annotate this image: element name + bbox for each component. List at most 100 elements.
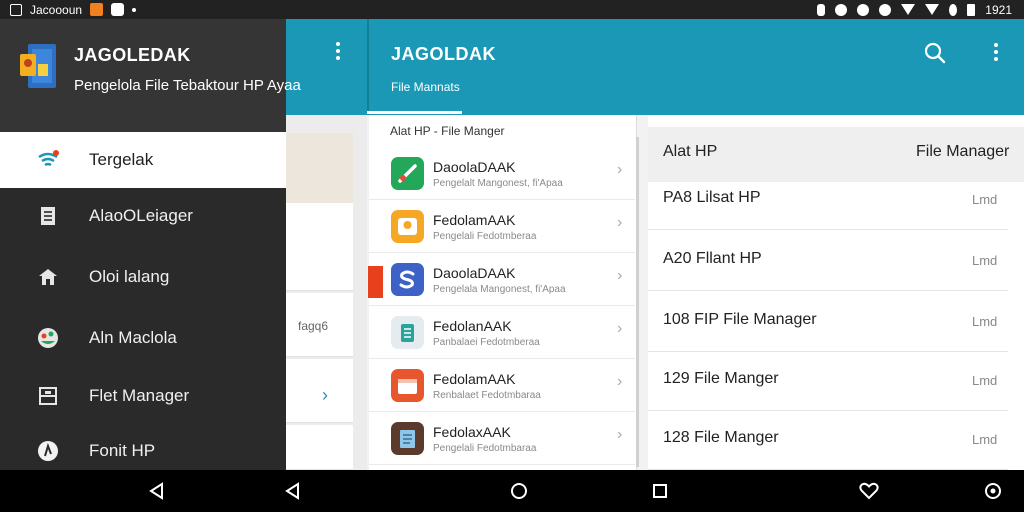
- system-nav-bar: [0, 470, 1024, 512]
- assistant-button[interactable]: [982, 480, 1004, 502]
- details-row[interactable]: A20 Fllant HP Lmd: [648, 231, 1008, 291]
- drawer-item-flet-manager[interactable]: Flet Manager: [0, 368, 286, 424]
- recents-button[interactable]: [649, 480, 671, 502]
- back-triangle-icon: [149, 482, 163, 500]
- alarm-icon: [835, 3, 848, 16]
- chevron-right-icon: ›: [617, 426, 623, 443]
- brown-file-icon: [391, 422, 424, 455]
- list-item[interactable]: FedolamAAK Renbalaet Fedotmbaraa ›: [369, 359, 635, 412]
- teal-chart-icon: [391, 316, 424, 349]
- wifi-signal-icon: [37, 149, 59, 171]
- battery-icon: [967, 3, 976, 16]
- drawer-item-label: AlaoOLeiager: [89, 206, 193, 225]
- left-pane-card[interactable]: [286, 425, 353, 470]
- data-icon: [949, 3, 958, 16]
- back-button-secondary[interactable]: [282, 480, 304, 502]
- list-item[interactable]: FedolamAAK Pengelali Fedotmberaa ›: [369, 200, 635, 253]
- list-item[interactable]: FedolanAAK Panbalaei Fedotmberaa ›: [369, 306, 635, 359]
- recents-square-icon: [653, 484, 667, 498]
- assistant-icon: [985, 483, 1001, 499]
- drawer-header: JAGOLEDAK Pengelola File Tebaktour HP Ay…: [0, 19, 301, 132]
- search-button[interactable]: [922, 40, 948, 66]
- chevron-right-icon: ›: [617, 267, 623, 284]
- drawer-item-aln-maclola[interactable]: Aln Maclola: [0, 310, 286, 366]
- document-icon: [37, 205, 59, 227]
- chevron-right-icon: ›: [617, 161, 623, 178]
- tab-file-manager[interactable]: File Mannats: [391, 80, 460, 94]
- list-scrollbar[interactable]: [636, 137, 639, 467]
- home-button[interactable]: [508, 480, 530, 502]
- chevron-right-icon: ›: [617, 373, 623, 390]
- drawer-item-label: Tergelak: [89, 150, 154, 169]
- list-item[interactable]: DaoolaDAAK Pengelala Mangonest, fi'Apaa …: [369, 253, 635, 306]
- cell-signal-icon: [925, 4, 940, 15]
- list-item-title: FedolamAAK: [433, 371, 516, 387]
- app-title: JAGOLDAK: [391, 44, 497, 64]
- list-item-title: DaoolaDAAK: [433, 159, 516, 175]
- bluetooth-icon: [817, 3, 826, 16]
- navigation-drawer: JAGOLEDAK Pengelola File Tebaktour HP Ay…: [0, 19, 301, 470]
- wifi-icon: [901, 4, 916, 15]
- list-item[interactable]: FedolaxAAK Pengelali Fedotmbaraa ›: [369, 412, 635, 465]
- left-content-pane: fagq6 ›: [286, 115, 367, 470]
- details-row[interactable]: PA8 Lilsat HP Lmd: [648, 170, 1008, 230]
- overflow-menu-button-right[interactable]: [992, 43, 1000, 65]
- drawer-item-oloi-lalang[interactable]: Oloi lalang: [0, 249, 286, 305]
- drawer-title: JAGOLEDAK: [74, 45, 191, 65]
- drawer-item-label: Fonit HP: [89, 441, 156, 460]
- list-item-title: FedolanAAK: [433, 318, 512, 334]
- details-header-right: File Manager: [916, 143, 1010, 160]
- photo-notification-icon: [10, 3, 22, 16]
- list-item[interactable]: DaoolaDAAK Pengelalt Mangonest, fi'Apaa …: [369, 147, 635, 200]
- list-item-subtitle: Pengelali Fedotmbaraa: [433, 443, 537, 454]
- drawer-item-tergelak[interactable]: Tergelak: [0, 132, 286, 188]
- overflow-menu-button[interactable]: [334, 42, 342, 64]
- details-row-value: Lmd: [972, 432, 998, 447]
- left-pane-card[interactable]: [286, 203, 353, 291]
- home-icon: [37, 266, 59, 288]
- drawer-item-label: Aln Maclola: [89, 328, 177, 347]
- left-pane-card[interactable]: [286, 359, 353, 423]
- app-screen: Jacoooun 1921 JAGOLDAK File Mannats fagq…: [0, 0, 1024, 512]
- list-item-subtitle: Panbalaei Fedotmberaa: [433, 337, 540, 348]
- details-pane: Alat HP File Manager PA8 Lilsat HP Lmd A…: [648, 115, 1024, 470]
- orange-card-icon: [391, 369, 424, 402]
- pane-divider: [367, 19, 369, 115]
- status-bar: Jacoooun 1921: [0, 0, 1024, 19]
- yellow-image-icon: [391, 210, 424, 243]
- details-row[interactable]: 108 FIP File Manager Lmd: [648, 292, 1008, 352]
- palette-icon: [37, 327, 59, 349]
- details-header-left: Alat HP: [663, 143, 718, 160]
- app-logo: [18, 40, 62, 91]
- heart-icon: [859, 482, 879, 500]
- more-notifications-icon: [132, 7, 137, 12]
- details-row[interactable]: 128 File Manger Lmd: [648, 410, 1008, 470]
- drawer-subtitle: Pengelola File Tebaktour HP Ayaa: [74, 77, 301, 94]
- list-header: Alat HP - File Manger: [390, 124, 505, 138]
- drawer-item-alaooleiager[interactable]: AlaoOLeiager: [0, 188, 286, 244]
- details-row-name: 128 File Manger: [663, 429, 779, 446]
- chevron-right-icon[interactable]: ›: [322, 385, 328, 406]
- list-item-subtitle: Pengelala Mangonest, fi'Apaa: [433, 284, 566, 295]
- green-tool-icon: [391, 157, 424, 190]
- tab-indicator: [367, 111, 462, 114]
- list-item-title: FedolamAAK: [433, 212, 516, 228]
- location-icon: [879, 3, 892, 16]
- app-notification-icon: [90, 3, 104, 16]
- drawer-item-label: Oloi lalang: [89, 267, 170, 286]
- back-triangle-icon: [285, 482, 299, 500]
- chevron-right-icon: ›: [617, 214, 623, 231]
- details-row-name: 129 File Manger: [663, 370, 779, 387]
- folder-icon: [37, 385, 59, 407]
- details-row-value: Lmd: [972, 253, 998, 268]
- circle-arrow-icon: [37, 440, 59, 462]
- details-row-value: Lmd: [972, 373, 998, 388]
- back-button[interactable]: [146, 480, 168, 502]
- sync-icon: [857, 3, 870, 16]
- selection-marker: [368, 266, 383, 298]
- cat-notification-icon: [111, 3, 125, 16]
- details-row[interactable]: 129 File Manger Lmd: [648, 351, 1008, 411]
- details-row-value: Lmd: [972, 192, 998, 207]
- left-pane-label: fagq6: [298, 319, 329, 333]
- favorite-button[interactable]: [858, 480, 880, 502]
